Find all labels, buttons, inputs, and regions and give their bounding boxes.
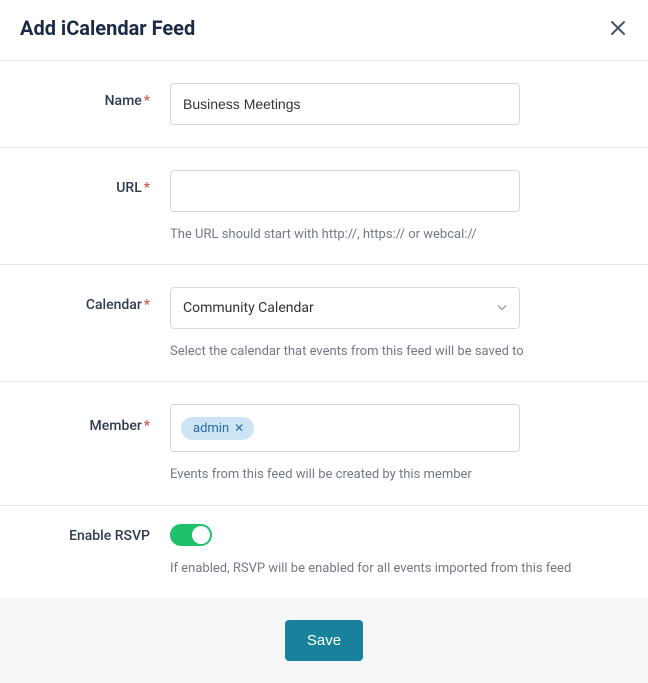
rsvp-section: Enable RSVP If enabled, RSVP will be ena… <box>0 506 648 598</box>
url-section: URL* The URL should start with http://, … <box>0 148 648 265</box>
url-help-text: The URL should start with http://, https… <box>170 226 628 244</box>
member-help-text: Events from this feed will be created by… <box>170 466 628 484</box>
tag-remove-icon[interactable]: ✕ <box>234 422 244 434</box>
member-section: Member* admin ✕ Events from this feed wi… <box>0 382 648 505</box>
required-indicator: * <box>144 297 150 313</box>
modal-footer: Save <box>0 598 648 683</box>
rsvp-help-text: If enabled, RSVP will be enabled for all… <box>170 560 628 578</box>
name-label: Name* <box>20 83 170 109</box>
member-label: Member* <box>20 404 170 434</box>
calendar-help-text: Select the calendar that events from thi… <box>170 343 628 361</box>
required-indicator: * <box>144 418 150 434</box>
calendar-section: Calendar* Community Calendar <box>0 265 648 382</box>
save-button[interactable]: Save <box>285 620 363 661</box>
calendar-select[interactable]: Community Calendar <box>170 287 520 329</box>
rsvp-label: Enable RSVP <box>20 524 170 544</box>
toggle-thumb <box>192 526 210 544</box>
add-icalendar-feed-modal: Add iCalendar Feed Name* URL* <box>0 0 648 683</box>
member-tag: admin ✕ <box>181 417 254 440</box>
required-indicator: * <box>144 93 150 109</box>
rsvp-toggle[interactable] <box>170 524 212 546</box>
modal-title: Add iCalendar Feed <box>20 16 195 40</box>
member-input[interactable]: admin ✕ <box>170 404 520 452</box>
modal-header: Add iCalendar Feed <box>0 0 648 61</box>
close-icon[interactable] <box>608 18 628 38</box>
calendar-label: Calendar* <box>20 287 170 313</box>
url-input[interactable] <box>170 170 520 212</box>
name-input[interactable] <box>170 83 520 125</box>
required-indicator: * <box>144 180 150 196</box>
url-label: URL* <box>20 170 170 196</box>
name-section: Name* <box>0 61 648 148</box>
